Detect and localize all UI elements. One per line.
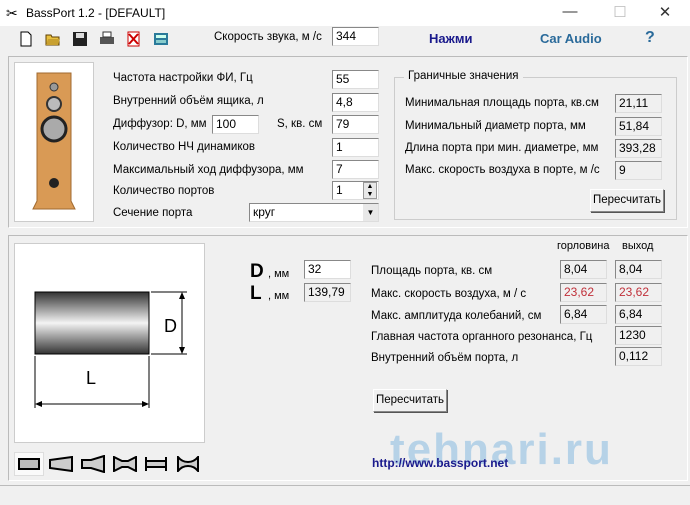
print-icon[interactable] [99, 31, 115, 47]
help-button[interactable]: ? [645, 29, 655, 47]
port-l-letter: L [250, 283, 262, 304]
chevron-down-icon[interactable]: ▼ [363, 204, 378, 221]
throat-value: 6,84 [560, 305, 607, 324]
tuning-freq-label: Частота настройки ФИ, Гц [113, 72, 253, 84]
title-bar: ✂ BassPort 1.2 - [DEFAULT] — ☐ ✕ [0, 0, 690, 26]
diffuser-d-input[interactable]: 100 [212, 115, 259, 134]
limits-recalculate-button[interactable]: Пересчитать [590, 189, 664, 212]
exit-value: 6,84 [615, 305, 662, 324]
new-file-icon[interactable] [18, 31, 34, 47]
save-icon[interactable] [72, 31, 88, 47]
port-section-select[interactable]: круг [249, 203, 379, 222]
limit-label: Минимальная площадь порта, кв.см [405, 97, 599, 109]
close-button[interactable]: ✕ [650, 3, 680, 21]
result-label: Макс. скорость воздуха, м / с [371, 288, 527, 300]
calculator-icon[interactable] [153, 31, 169, 47]
sound-speed-label: Скорость звука, м /с [214, 31, 322, 43]
exit-column-header: выход [622, 240, 654, 252]
port-diagram: D L [14, 243, 205, 443]
max-excursion-input[interactable]: 7 [332, 160, 379, 179]
diffuser-d-label: Диффузор: D, мм [113, 118, 207, 130]
limit-value: 9 [615, 161, 662, 180]
window-title: BassPort 1.2 - [DEFAULT] [26, 6, 166, 20]
exit-value: 1230 [615, 326, 662, 345]
port-count-label: Количество портов [113, 185, 215, 197]
shape-cone-button[interactable] [46, 452, 76, 476]
throat-value: 23,62 [560, 283, 607, 302]
result-label: Макс. амплитуда колебаний, см [371, 310, 542, 322]
max-excursion-label: Максимальный ход диффузора, мм [113, 164, 304, 176]
exit-value: 0,112 [615, 347, 662, 366]
exit-value: 8,04 [615, 260, 662, 279]
limit-value: 51,84 [615, 117, 662, 136]
press-button[interactable]: Нажми [429, 31, 472, 46]
tuning-freq-input[interactable]: 55 [332, 70, 379, 89]
minimize-button[interactable]: — [555, 3, 585, 20]
shape-cylinder-button[interactable] [14, 452, 44, 476]
port-diameter-input[interactable]: 32 [304, 260, 351, 279]
port-d-unit: , мм [268, 268, 290, 280]
port-count-spinner[interactable]: ▲ ▼ [363, 182, 377, 199]
limit-value: 21,11 [615, 94, 662, 113]
shape-flanged-button[interactable] [141, 452, 171, 476]
delete-icon[interactable] [126, 31, 142, 47]
shape-double-flare-button[interactable] [110, 452, 140, 476]
speaker-image [14, 62, 94, 222]
sound-speed-input[interactable]: 344 [332, 27, 379, 46]
app-icon: ✂ [6, 5, 18, 21]
limit-label: Макс. скорость воздуха в порте, м /с [405, 164, 600, 176]
diffuser-s-label: S, кв. см [277, 118, 323, 130]
website-link[interactable]: http://www.bassport.net [372, 456, 508, 470]
result-label: Главная частота органного резонанса, Гц [371, 331, 593, 343]
maximize-button[interactable]: ☐ [605, 3, 635, 21]
limits-title: Граничные значения [404, 70, 523, 82]
result-label: Площадь порта, кв. см [371, 265, 493, 277]
status-bar [0, 485, 690, 505]
car-audio-link[interactable]: Car Audio [540, 31, 602, 46]
port-d-letter: D [250, 261, 264, 282]
limit-value: 393,28 [615, 139, 662, 158]
woofer-count-label: Количество НЧ динамиков [113, 141, 255, 153]
woofer-count-input[interactable]: 1 [332, 138, 379, 157]
diagram-d-label: D [164, 316, 177, 336]
port-length-value: 139,79 [304, 283, 351, 302]
throat-value: 8,04 [560, 260, 607, 279]
exit-value: 23,62 [615, 283, 662, 302]
diffuser-s-input[interactable]: 79 [332, 115, 379, 134]
throat-column-header: горловина [557, 240, 610, 252]
open-folder-icon[interactable] [45, 31, 61, 47]
box-volume-input[interactable]: 4,8 [332, 93, 379, 112]
shape-rounded-flare-button[interactable] [173, 452, 203, 476]
result-label: Внутренний объём порта, л [371, 352, 519, 364]
port-recalculate-button[interactable]: Пересчитать [373, 389, 447, 412]
limit-label: Минимальный диаметр порта, мм [405, 120, 586, 132]
port-section-label: Сечение порта [113, 207, 193, 219]
limit-label: Длина порта при мин. диаметре, мм [405, 142, 599, 154]
port-l-unit: , мм [268, 290, 290, 302]
shape-flared-button[interactable] [78, 452, 108, 476]
box-volume-label: Внутренний объём ящика, л [113, 95, 264, 107]
diagram-l-label: L [86, 368, 97, 388]
